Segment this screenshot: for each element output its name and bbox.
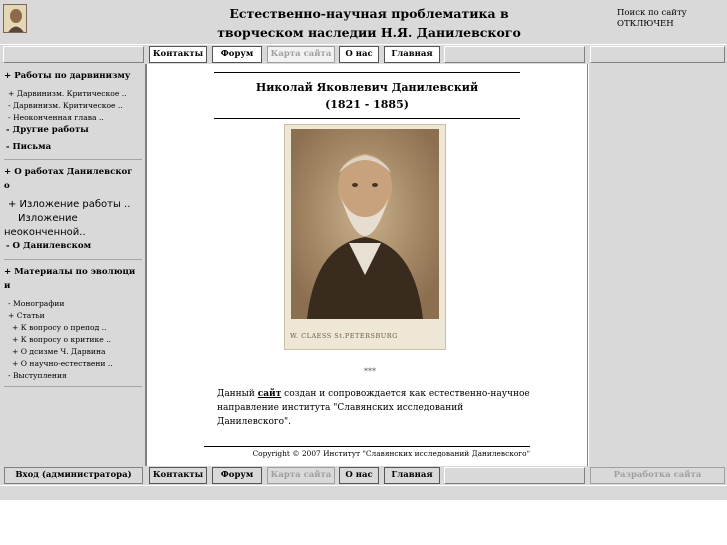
title-bottom-rule xyxy=(214,118,520,119)
site-link[interactable]: сайт xyxy=(258,389,282,399)
footer-contacts-button[interactable]: Контакты xyxy=(149,467,207,484)
sidebar-item-other-works[interactable]: - Другие работы xyxy=(6,123,146,137)
sidebar-item-unfinished-summary[interactable]: Изложение xyxy=(18,212,158,226)
sidebar-item-work-summary[interactable]: + Изложение работы .. xyxy=(8,198,148,212)
copyright: Copyright © 2007 Институт "Славянских ис… xyxy=(252,449,530,458)
sidebar-item-article-2[interactable]: + К вопросу о критике .. xyxy=(12,334,152,345)
nav-about-button[interactable]: О нас xyxy=(339,46,379,63)
sidebar-divider xyxy=(4,259,142,260)
sidebar-item-letters[interactable]: - Письма xyxy=(6,140,146,154)
footer-empty-middle xyxy=(444,467,585,484)
sidebar-item-article-4[interactable]: + О научно-естествени .. xyxy=(12,358,152,369)
footer-rule xyxy=(204,446,530,447)
footer-sitemap-button[interactable]: Карта сайта xyxy=(267,467,335,484)
about-prefix: Данный xyxy=(217,389,255,399)
sidebar-item-speeches[interactable]: - Выступления xyxy=(8,370,148,381)
bottom-strip xyxy=(0,486,727,500)
footer-forum-button[interactable]: Форум xyxy=(212,467,262,484)
sidebar: + Работы по дарвинизму + Дарвинизм. Крит… xyxy=(0,64,146,466)
sidebar-item-monographs[interactable]: - Монографии xyxy=(8,298,148,309)
about-rest: создан и сопровождается как естественно-… xyxy=(281,389,530,399)
site-development-button[interactable]: Разработка сайта xyxy=(590,467,725,484)
sidebar-section-about-works[interactable]: + О работах Данилевског xyxy=(4,165,144,179)
site-title-line2: творческом наследии Н.Я. Данилевского xyxy=(217,25,521,40)
title-top-rule xyxy=(214,72,520,73)
top-navigation: Контакты Форум Карта сайта О нас Главная xyxy=(0,45,727,64)
nav-home-button[interactable]: Главная xyxy=(384,46,440,63)
about-line2: направление института "Славянских исслед… xyxy=(217,403,464,427)
about-line1: Данный сайт создан и сопровождается как … xyxy=(217,387,537,401)
bottom-navigation: Вход (администратора) Контакты Форум Кар… xyxy=(0,466,727,485)
nav-sitemap-button[interactable]: Карта сайта xyxy=(267,46,335,63)
sidebar-item-unfinished-summary-wrap[interactable]: неоконченной.. xyxy=(4,226,144,240)
sidebar-section-darwinism[interactable]: + Работы по дарвинизму xyxy=(4,69,144,83)
search-block: Поиск по сайту ОТКЛЮЧЕН xyxy=(617,8,687,30)
person-name: Николай Яковлевич Данилевский xyxy=(255,81,479,94)
search-status: ОТКЛЮЧЕН xyxy=(617,19,674,29)
sidebar-item-darwinism-2[interactable]: - Дарвинизм. Критическое .. xyxy=(8,100,148,111)
right-panel xyxy=(588,64,727,466)
admin-login-button[interactable]: Вход (администратора) xyxy=(4,467,143,484)
footer-home-button[interactable]: Главная xyxy=(384,467,440,484)
sidebar-item-unfinished-chapter[interactable]: - Неоконченная глава .. xyxy=(8,112,148,123)
nav-contacts-button[interactable]: Контакты xyxy=(149,46,207,63)
sidebar-section-evolution-wrap[interactable]: и xyxy=(4,279,144,293)
sidebar-divider xyxy=(4,386,142,387)
sidebar-item-articles[interactable]: + Статьи xyxy=(8,310,148,321)
person-years: (1821 - 1885) xyxy=(325,98,409,111)
person-heading: Николай Яковлевич Данилевский (1821 - 18… xyxy=(214,79,520,113)
site-title: Естественно-научная проблематика в творч… xyxy=(150,4,588,42)
sidebar-divider xyxy=(4,159,142,160)
nav-forum-button[interactable]: Форум xyxy=(212,46,262,63)
sidebar-item-article-1[interactable]: + К вопросу о препод .. xyxy=(12,322,152,333)
nav-empty-middle xyxy=(444,46,585,63)
nav-empty-right xyxy=(590,46,725,63)
sidebar-section-about-works-wrap[interactable]: о xyxy=(4,179,144,193)
photo-caption: W. CLAESS St.PETERSBURG xyxy=(290,332,398,340)
sidebar-item-darwinism-1[interactable]: + Дарвинизм. Критическое .. xyxy=(8,88,148,99)
site-title-line1: Естественно-научная проблематика в xyxy=(229,6,509,21)
portrait-photo xyxy=(284,124,446,350)
about-text: Данный сайт создан и сопровождается как … xyxy=(217,387,537,429)
footer-about-button[interactable]: О нас xyxy=(339,467,379,484)
search-label[interactable]: Поиск по сайту xyxy=(617,8,687,19)
separator-stars: *** xyxy=(364,367,376,376)
sidebar-section-evolution[interactable]: + Материалы по эволюци xyxy=(4,265,144,279)
sidebar-item-article-3[interactable]: + О дсизме Ч. Дарвина xyxy=(12,346,152,357)
sidebar-item-about-danilevsky[interactable]: - О Данилевском xyxy=(6,239,146,253)
nav-empty-left xyxy=(3,46,144,63)
site-logo[interactable] xyxy=(3,4,27,33)
